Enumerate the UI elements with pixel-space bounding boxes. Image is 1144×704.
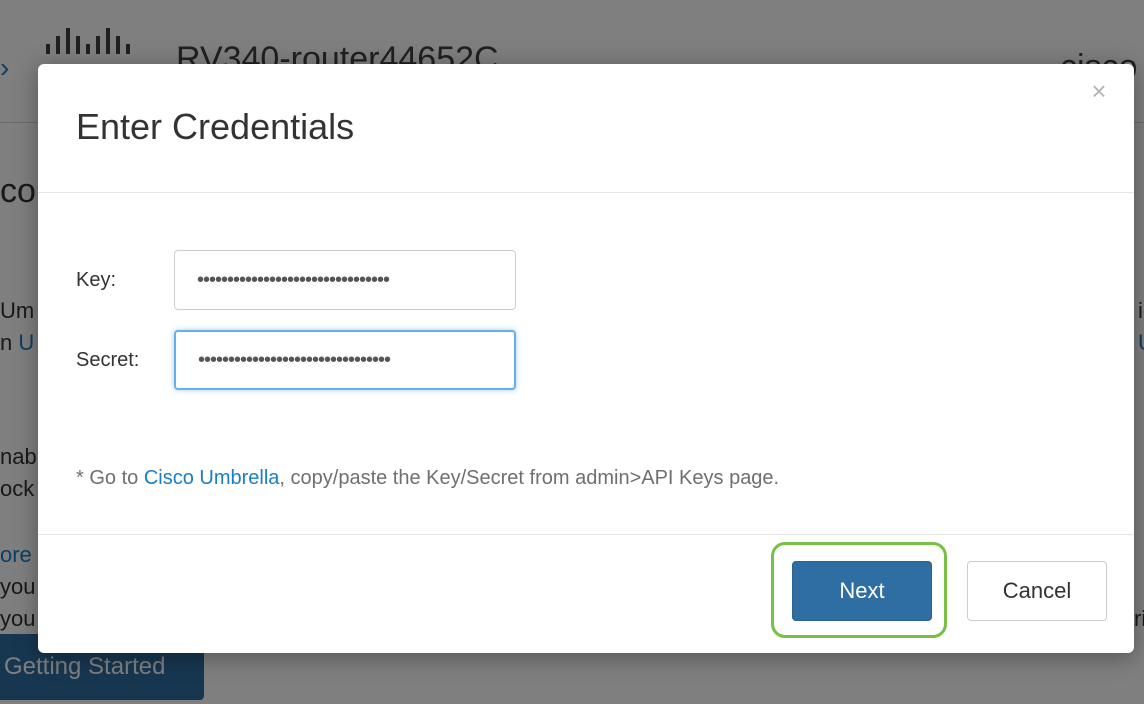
dialog-title: Enter Credentials	[76, 106, 355, 147]
dialog-header: Enter Credentials ×	[38, 64, 1134, 193]
dialog-footer-divider	[38, 534, 1134, 535]
help-prefix: * Go to	[76, 467, 144, 489]
cisco-umbrella-link[interactable]: Cisco Umbrella	[144, 467, 280, 489]
secret-label: Secret:	[76, 349, 140, 371]
secret-input[interactable]	[174, 330, 516, 390]
key-input[interactable]	[174, 250, 516, 310]
cancel-button[interactable]: Cancel	[967, 561, 1107, 621]
next-button[interactable]: Next	[792, 561, 932, 621]
help-suffix: , copy/paste the Key/Secret from admin>A…	[279, 467, 780, 489]
help-text: * Go to Cisco Umbrella, copy/paste the K…	[76, 467, 779, 490]
close-icon[interactable]: ×	[1086, 78, 1112, 104]
key-label: Key:	[76, 269, 117, 291]
credentials-dialog: Enter Credentials × Key: Secret: * Go to…	[38, 64, 1134, 653]
